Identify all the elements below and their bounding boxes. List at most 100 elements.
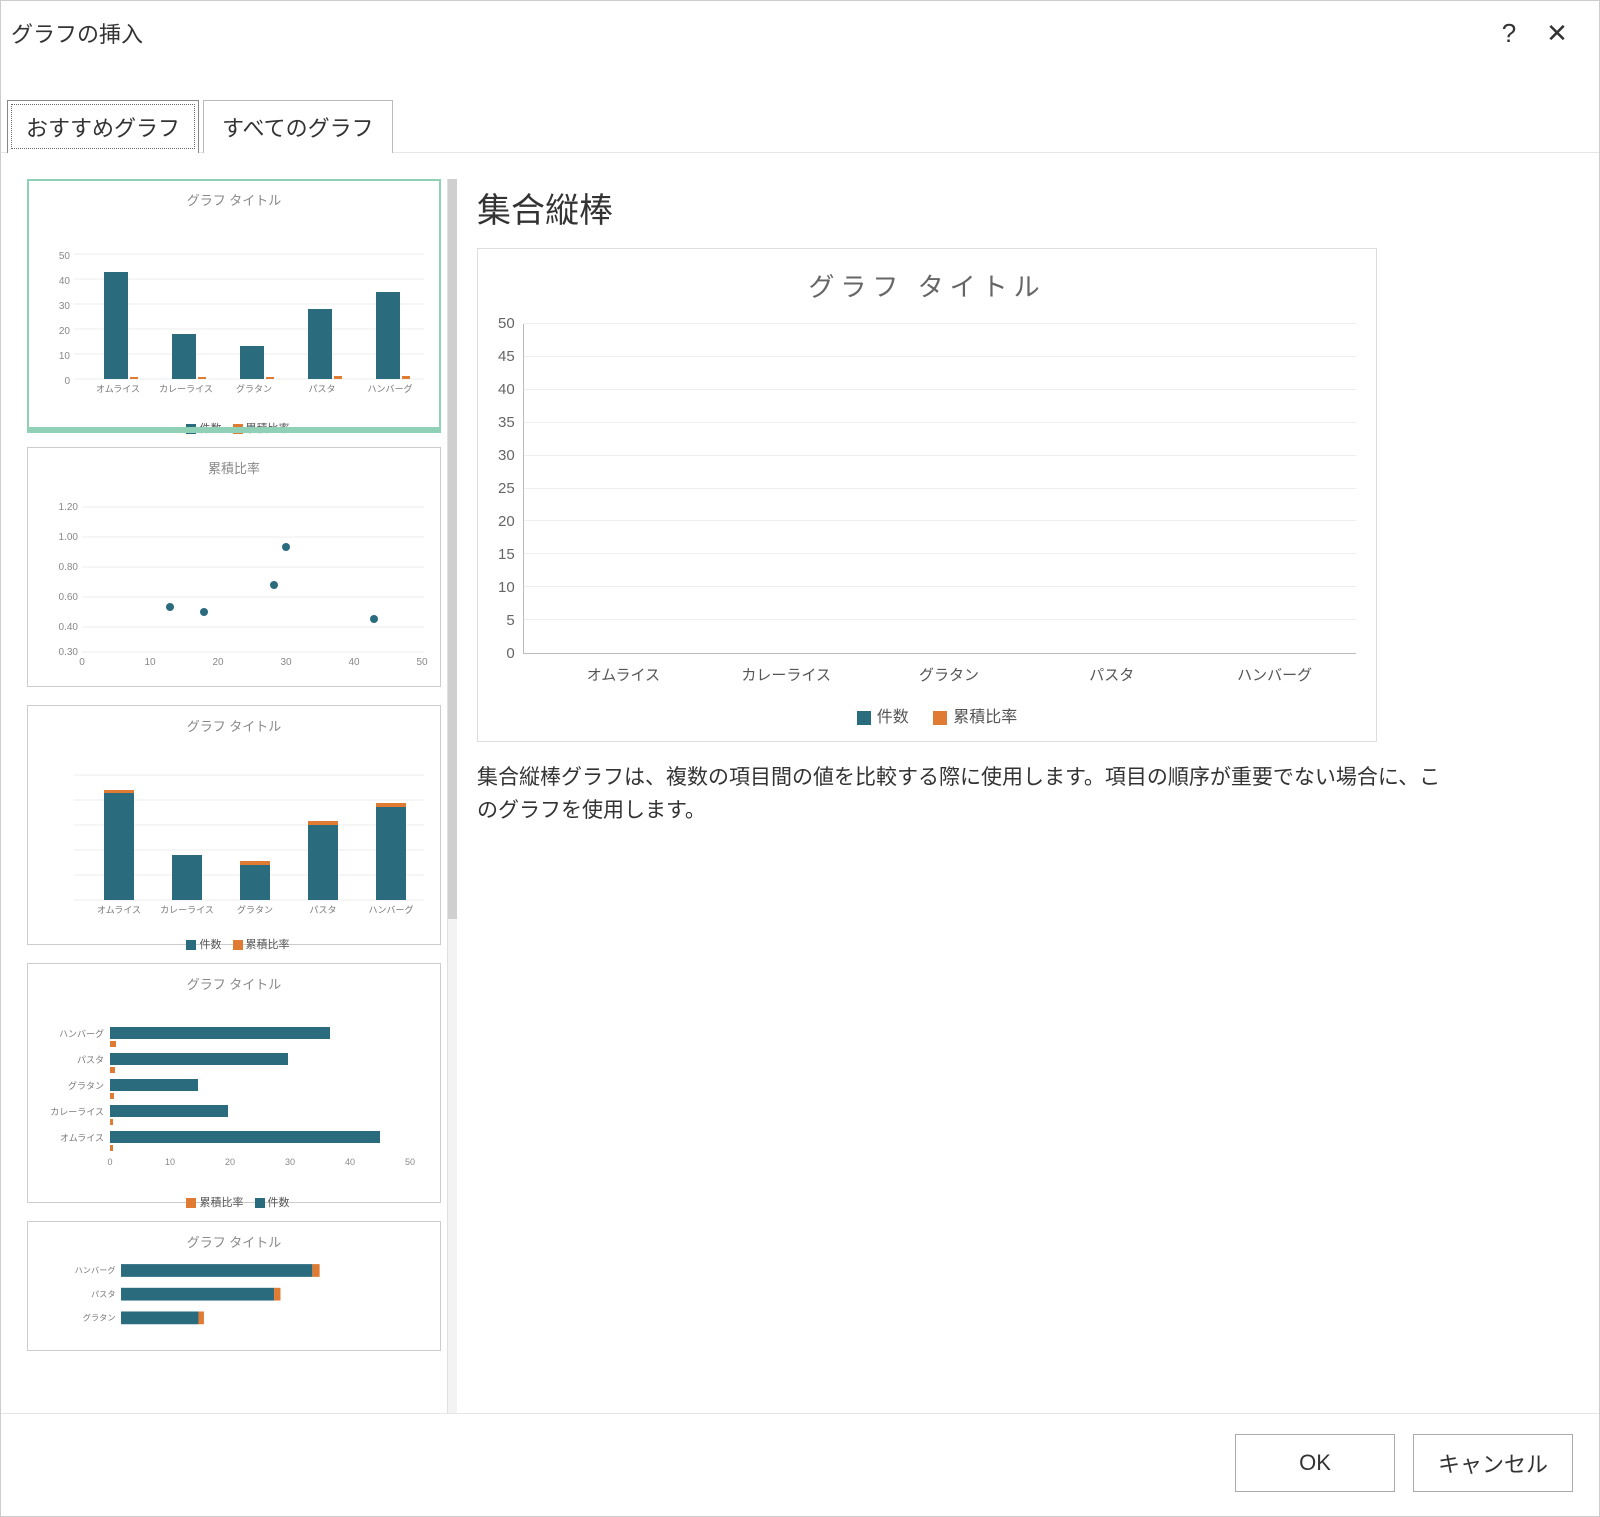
y-axis: 05101520253035404550	[498, 324, 523, 654]
svg-text:グラタン: グラタン	[83, 1313, 116, 1323]
svg-text:パスタ: パスタ	[309, 905, 336, 915]
svg-text:カレーライス: カレーライス	[50, 1107, 104, 1117]
thumbnail-chart-icon: オムライス カレーライス グラタン パスタ ハンバーグ	[34, 739, 434, 931]
svg-text:40: 40	[345, 1157, 355, 1167]
dialog-title: グラフの挿入	[11, 17, 1485, 49]
thumbnail-chart-icon: ハンバーグパスタグラタン	[34, 1255, 434, 1337]
thumbnail-chart-icon: ハンバーグパスタ グラタンカレーライスオムライス	[34, 997, 434, 1189]
x-category-label: パスタ	[1055, 664, 1169, 685]
tab-all-charts[interactable]: すべてのグラフ	[203, 100, 393, 153]
svg-text:パスタ: パスタ	[308, 384, 335, 394]
svg-text:0.80: 0.80	[59, 562, 79, 573]
insert-chart-dialog: グラフの挿入 ? ✕ おすすめグラフ すべてのグラフ グラフ タイトル	[0, 0, 1600, 1517]
help-icon[interactable]: ?	[1485, 13, 1533, 53]
svg-text:0: 0	[107, 1157, 112, 1167]
legend-label: 件数	[199, 423, 221, 435]
ok-button[interactable]: OK	[1235, 1434, 1395, 1492]
svg-text:30: 30	[280, 657, 292, 668]
svg-text:パスタ: パスタ	[77, 1055, 104, 1065]
legend-swatch-orange	[933, 711, 947, 725]
legend-label: 累積比率	[246, 423, 290, 435]
tab-recommended[interactable]: おすすめグラフ	[7, 100, 199, 153]
svg-text:ハンバーグ: ハンバーグ	[75, 1265, 116, 1275]
tabstrip: おすすめグラフ すべてのグラフ	[1, 99, 1599, 153]
svg-text:ハンバーグ: ハンバーグ	[367, 383, 412, 394]
svg-text:0.40: 0.40	[59, 622, 79, 633]
svg-text:50: 50	[416, 657, 428, 668]
svg-text:0.30: 0.30	[59, 647, 79, 658]
svg-text:グラタン: グラタン	[68, 1080, 104, 1091]
thumbnail-horizontal-stacked[interactable]: グラフ タイトル ハンバーグパスタグラタン	[27, 1221, 441, 1351]
svg-text:グラタン: グラタン	[237, 904, 273, 915]
thumbnail-title: グラフ タイトル	[34, 190, 434, 209]
plot-grid	[523, 324, 1356, 654]
thumbnail-horizontal-bar[interactable]: グラフ タイトル ハンバーグパスタ グラタンカレーライスオムライス	[27, 963, 441, 1203]
x-axis-categories: オムライス カレーライス グラタン パスタ ハンバーグ	[498, 664, 1356, 685]
thumbnail-legend: 件数 累積比率	[34, 420, 434, 436]
legend-label: 累積比率	[953, 709, 1017, 726]
svg-text:50: 50	[59, 251, 71, 262]
svg-text:20: 20	[225, 1157, 235, 1167]
svg-text:グラタン: グラタン	[236, 383, 272, 394]
preview-panel: 集合縦棒 グラフ タイトル 05101520253035404550 オムライス…	[477, 179, 1579, 1413]
svg-text:0.60: 0.60	[59, 592, 79, 603]
svg-text:10: 10	[59, 351, 71, 362]
legend-label: 累積比率	[246, 939, 290, 951]
svg-text:0: 0	[64, 376, 70, 387]
legend-swatch-blue	[857, 711, 871, 725]
svg-text:パスタ: パスタ	[91, 1290, 116, 1299]
dialog-body: グラフ タイトル 0 10 20 30 40 50	[1, 153, 1599, 1413]
thumbnail-chart-icon: 0.30 0.40 0.60 0.80 1.00 1.20 0 10 20 30 40 50	[34, 481, 434, 673]
legend-label: 件数	[268, 1197, 290, 1209]
preview-chart: グラフ タイトル 05101520253035404550 オムライス カレーライ…	[477, 248, 1377, 742]
svg-text:30: 30	[59, 301, 71, 312]
svg-text:カレーライス: カレーライス	[159, 384, 213, 394]
svg-text:40: 40	[59, 276, 71, 287]
thumbnail-list: グラフ タイトル 0 10 20 30 40 50	[27, 179, 441, 1413]
scrollbar-thumb[interactable]	[448, 179, 457, 919]
preview-chart-title: グラフ タイトル	[498, 267, 1356, 304]
thumbnail-scatter[interactable]: 累積比率 0.30 0.40 0.60 0.80 1.00 1.20 0 10 20	[27, 447, 441, 687]
preview-legend: 件数 累積比率	[498, 703, 1356, 727]
dialog-footer: OK キャンセル	[1, 1413, 1599, 1516]
legend-label: 件数	[199, 939, 221, 951]
x-category-label: カレーライス	[729, 664, 843, 685]
svg-text:0: 0	[79, 657, 85, 668]
thumbnail-chart-icon: 0 10 20 30 40 50	[34, 213, 434, 415]
svg-text:オムライス: オムライス	[60, 1133, 104, 1143]
titlebar: グラフの挿入 ? ✕	[1, 1, 1599, 61]
thumbnail-title: グラフ タイトル	[34, 1232, 434, 1251]
x-category-label: グラタン	[892, 664, 1006, 685]
thumbnail-stacked-column[interactable]: グラフ タイトル	[27, 705, 441, 945]
thumbnail-title: グラフ タイトル	[34, 716, 434, 735]
thumbnail-scrollbar[interactable]	[447, 179, 457, 1413]
svg-text:1.00: 1.00	[59, 532, 79, 543]
legend-label: 件数	[877, 709, 909, 726]
thumbnail-title: 累積比率	[34, 458, 434, 477]
svg-text:ハンバーグ: ハンバーグ	[59, 1028, 104, 1039]
x-category-label: ハンバーグ	[1218, 664, 1332, 685]
svg-text:10: 10	[165, 1157, 175, 1167]
svg-text:10: 10	[144, 657, 156, 668]
chart-description: 集合縦棒グラフは、複数の項目間の値を比較する際に使用します。項目の順序が重要でな…	[477, 762, 1457, 827]
svg-text:50: 50	[405, 1157, 415, 1167]
svg-text:40: 40	[348, 657, 360, 668]
thumbnail-panel: グラフ タイトル 0 10 20 30 40 50	[27, 179, 457, 1413]
cancel-button[interactable]: キャンセル	[1413, 1434, 1573, 1492]
thumbnail-legend: 件数 累積比率	[34, 936, 434, 952]
svg-text:20: 20	[59, 326, 71, 337]
thumbnail-clustered-column[interactable]: グラフ タイトル 0 10 20 30 40 50	[27, 179, 441, 429]
preview-plot-area: 05101520253035404550	[498, 324, 1356, 654]
svg-text:オムライス: オムライス	[97, 905, 141, 915]
svg-text:カレーライス: カレーライス	[160, 905, 214, 915]
svg-text:オムライス: オムライス	[96, 384, 140, 394]
chart-type-title: 集合縦棒	[477, 183, 1579, 232]
close-icon[interactable]: ✕	[1533, 13, 1581, 53]
svg-text:ハンバーグ: ハンバーグ	[368, 904, 413, 915]
legend-label: 累積比率	[199, 1197, 243, 1209]
thumbnail-title: グラフ タイトル	[34, 974, 434, 993]
svg-text:20: 20	[212, 657, 224, 668]
svg-text:30: 30	[285, 1157, 295, 1167]
x-category-label: オムライス	[566, 664, 680, 685]
svg-text:1.20: 1.20	[59, 502, 79, 513]
